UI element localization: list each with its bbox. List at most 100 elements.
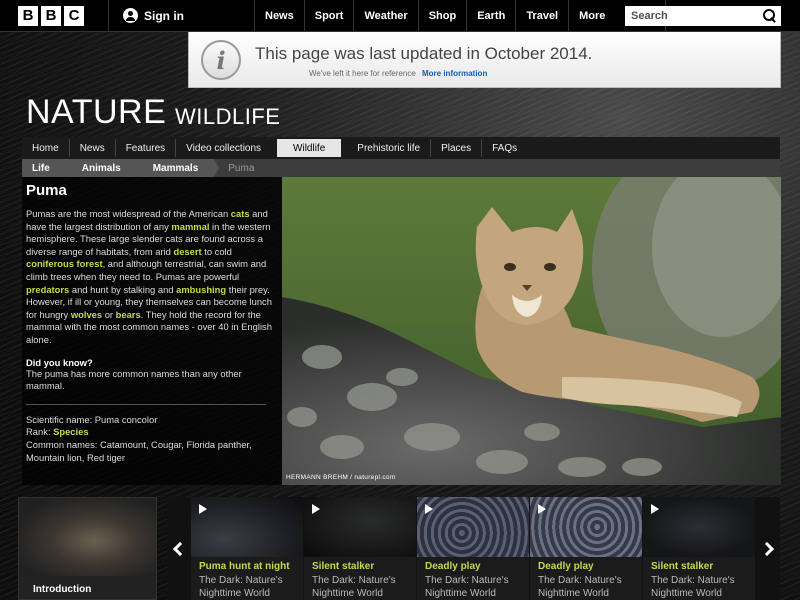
clip-title: Puma hunt at night bbox=[199, 561, 290, 572]
introduction-label: Introduction bbox=[33, 584, 92, 595]
sec-nav-home[interactable]: Home bbox=[22, 139, 70, 157]
info-icon: i bbox=[201, 40, 241, 80]
more-information-link[interactable]: More information bbox=[422, 69, 487, 78]
clip-thumbnail bbox=[304, 497, 416, 557]
clip-thumbnail bbox=[417, 497, 529, 557]
play-icon bbox=[425, 504, 433, 514]
clip-subtitle: The Dark: Nature's Nighttime World bbox=[199, 575, 283, 599]
nav-shop[interactable]: Shop bbox=[417, 0, 467, 32]
clip-title: Deadly play bbox=[425, 561, 481, 572]
rank: Rank: Species bbox=[26, 426, 278, 439]
puma-photo: HERMANN BREHM / naturepl.com bbox=[282, 177, 781, 485]
nav-travel[interactable]: Travel bbox=[515, 0, 568, 32]
sec-nav-features[interactable]: Features bbox=[116, 139, 177, 157]
nav-news[interactable]: News bbox=[254, 0, 304, 32]
keyword-link[interactable]: ambushing bbox=[176, 284, 226, 295]
logo-letter: B bbox=[18, 5, 38, 26]
video-clip[interactable]: Deadly play The Dark: Nature's Nighttime… bbox=[417, 497, 529, 600]
article-description: Pumas are the most widespread of the Ame… bbox=[26, 208, 278, 347]
scientific-name: Scientific name: Puma concolor bbox=[26, 413, 158, 425]
photo-credit: HERMANN BREHM / naturepl.com bbox=[286, 474, 396, 481]
notice-title: This page was last updated in October 20… bbox=[255, 44, 593, 63]
bbc-logo[interactable]: B B C bbox=[18, 5, 84, 26]
video-clip[interactable]: Silent stalker The Dark: Nature's Nightt… bbox=[643, 497, 755, 600]
logo-letter: C bbox=[64, 5, 84, 26]
notice-subtitle: We've left it here for reference More in… bbox=[309, 69, 487, 78]
sec-nav-video-collections[interactable]: Video collections bbox=[176, 139, 271, 157]
video-clip[interactable]: Deadly play The Dark: Nature's Nighttime… bbox=[530, 497, 642, 600]
video-carousel: Puma hunt at night The Dark: Nature's Ni… bbox=[167, 497, 780, 600]
nav-weather[interactable]: Weather bbox=[353, 0, 417, 32]
rank-link[interactable]: Species bbox=[53, 426, 88, 437]
search-input[interactable] bbox=[631, 10, 751, 22]
video-clip[interactable]: Silent stalker The Dark: Nature's Nightt… bbox=[304, 497, 416, 600]
rank-label: Rank: bbox=[26, 426, 54, 438]
section-title[interactable]: WILDLIFE bbox=[175, 104, 280, 130]
top-nav: News Sport Weather Shop Earth Travel Mor… bbox=[254, 0, 667, 32]
nav-more-label: More bbox=[579, 9, 606, 22]
description-text: to cold bbox=[201, 245, 232, 257]
archive-notice: i This page was last updated in October … bbox=[188, 32, 781, 88]
fact-list: Scientific name: Puma concolor Rank: Spe… bbox=[26, 414, 278, 464]
description-text: Pumas are the most widespread of the Ame… bbox=[26, 208, 231, 219]
clip-title: Silent stalker bbox=[651, 561, 714, 572]
keyword-link[interactable]: bears bbox=[116, 309, 141, 320]
bbc-top-bar: B B C Sign in News Sport Weather Shop Ea… bbox=[0, 0, 800, 32]
chevron-right-icon bbox=[759, 541, 775, 556]
sec-nav-faqs[interactable]: FAQs bbox=[482, 139, 527, 157]
carousel-prev-button[interactable] bbox=[167, 497, 189, 600]
divider bbox=[26, 403, 266, 405]
did-you-know-heading: Did you know? bbox=[26, 356, 93, 368]
play-icon bbox=[538, 504, 546, 514]
site-title[interactable]: NATURE bbox=[26, 93, 166, 132]
breadcrumb-animals[interactable]: Animals bbox=[65, 159, 142, 177]
nav-earth[interactable]: Earth bbox=[466, 0, 515, 32]
clip-title: Silent stalker bbox=[312, 561, 375, 572]
breadcrumb: Life Animals Mammals Puma bbox=[22, 159, 780, 177]
sec-nav-wildlife[interactable]: Wildlife bbox=[277, 139, 342, 157]
search-box bbox=[625, 6, 781, 26]
clip-thumbnail bbox=[530, 497, 642, 557]
video-clip[interactable]: Puma hunt at night The Dark: Nature's Ni… bbox=[191, 497, 303, 600]
clip-subtitle: The Dark: Nature's Nighttime World bbox=[651, 575, 735, 599]
description-text: and hunt by stalking and bbox=[69, 283, 177, 295]
breadcrumb-life[interactable]: Life bbox=[22, 159, 71, 177]
keyword-link[interactable]: desert bbox=[173, 246, 201, 257]
play-icon bbox=[651, 504, 659, 514]
sec-nav-news[interactable]: News bbox=[70, 139, 116, 157]
play-icon bbox=[312, 504, 320, 514]
signin-button[interactable]: Sign in bbox=[108, 0, 196, 32]
sec-nav-prehistoric-life[interactable]: Prehistoric life bbox=[347, 139, 432, 157]
search-icon[interactable] bbox=[763, 9, 777, 23]
clip-title: Deadly play bbox=[538, 561, 594, 572]
keyword-link[interactable]: wolves bbox=[71, 309, 102, 320]
section-nav: Home News Features Video collections Wil… bbox=[22, 137, 780, 159]
introduction-thumbnail bbox=[19, 498, 156, 576]
logo-letter: B bbox=[41, 5, 61, 26]
breadcrumb-mammals[interactable]: Mammals bbox=[136, 159, 219, 177]
article-heading: Puma bbox=[26, 182, 67, 199]
user-icon bbox=[123, 8, 138, 23]
article-panel: Puma Pumas are the most widespread of th… bbox=[22, 177, 282, 485]
keyword-link[interactable]: mammal bbox=[171, 221, 209, 232]
did-you-know-text: The puma has more common names than any … bbox=[26, 367, 242, 392]
introduction-tile[interactable]: Introduction bbox=[18, 497, 157, 600]
chevron-left-icon bbox=[172, 541, 188, 556]
play-icon bbox=[199, 504, 207, 514]
clip-subtitle: The Dark: Nature's Nighttime World bbox=[425, 575, 509, 599]
keyword-link[interactable]: cats bbox=[231, 208, 250, 219]
signin-label: Sign in bbox=[144, 8, 184, 23]
clip-subtitle: The Dark: Nature's Nighttime World bbox=[312, 575, 396, 599]
puma-photo-illustration bbox=[282, 177, 781, 485]
keyword-link[interactable]: coniferous forest bbox=[26, 258, 103, 269]
clip-thumbnail bbox=[643, 497, 755, 557]
keyword-link[interactable]: predators bbox=[26, 284, 69, 295]
notice-subtitle-text: We've left it here for reference bbox=[309, 69, 416, 78]
breadcrumb-current: Puma bbox=[228, 162, 255, 174]
description-text: or bbox=[102, 308, 116, 320]
nav-sport[interactable]: Sport bbox=[303, 0, 354, 32]
clip-thumbnail bbox=[191, 497, 303, 557]
carousel-next-button[interactable] bbox=[758, 497, 780, 600]
sec-nav-places[interactable]: Places bbox=[431, 139, 483, 157]
common-names: Common names: Catamount, Cougar, Florida… bbox=[26, 438, 252, 463]
